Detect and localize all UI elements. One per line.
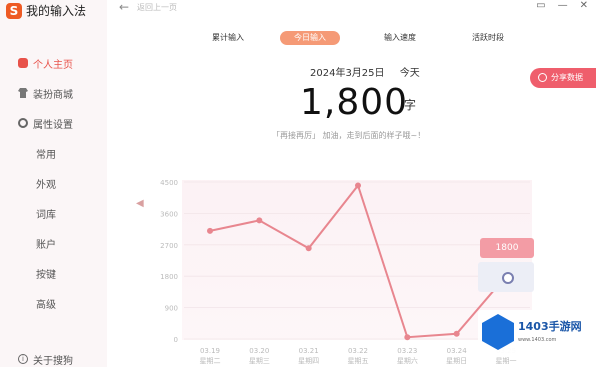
y-tick-label: 1800 bbox=[160, 273, 178, 281]
data-point[interactable] bbox=[256, 217, 263, 224]
x-weekday-label: 星期二 bbox=[200, 357, 221, 365]
x-weekday-label: 星期四 bbox=[298, 357, 319, 365]
watermark: 1403手游网 www.1403.com bbox=[478, 310, 596, 356]
x-weekday-label: 星期一 bbox=[496, 357, 517, 365]
y-tick-label: 900 bbox=[165, 305, 178, 313]
x-tick-label: 03.24 bbox=[447, 347, 468, 355]
x-tick-label: 03.23 bbox=[397, 347, 417, 355]
data-point[interactable] bbox=[355, 182, 361, 189]
y-tick-label: 0 bbox=[174, 336, 178, 344]
data-point[interactable] bbox=[207, 227, 213, 234]
data-point[interactable] bbox=[404, 334, 411, 341]
data-point[interactable] bbox=[305, 245, 312, 252]
app-window: S 我的输入法 个人主页 装扮商城 属性设置 常用 外观 词库 账户 按键 高级… bbox=[0, 0, 596, 367]
x-weekday-label: 星期日 bbox=[446, 357, 467, 365]
y-tick-label: 2700 bbox=[160, 242, 178, 250]
y-tick-label: 4500 bbox=[160, 179, 178, 187]
series-line bbox=[209, 183, 507, 339]
data-point[interactable] bbox=[453, 330, 460, 337]
x-tick-label: 03.22 bbox=[348, 347, 368, 355]
hover-point-icon[interactable] bbox=[502, 272, 514, 284]
x-weekday-label: 星期五 bbox=[348, 357, 369, 365]
y-tick-label: 3600 bbox=[160, 210, 178, 218]
x-weekday-label: 星期三 bbox=[249, 357, 270, 365]
x-tick-label: 03.20 bbox=[249, 347, 269, 355]
watermark-url: www.1403.com bbox=[518, 337, 557, 343]
watermark-title: 1403手游网 bbox=[518, 320, 582, 333]
x-tick-label: 03.21 bbox=[299, 347, 319, 355]
chart-tooltip: 1800 bbox=[480, 238, 534, 258]
x-tick-label: 03.19 bbox=[200, 347, 220, 355]
watermark-logo-icon bbox=[482, 314, 514, 350]
x-weekday-label: 星期六 bbox=[397, 356, 418, 365]
